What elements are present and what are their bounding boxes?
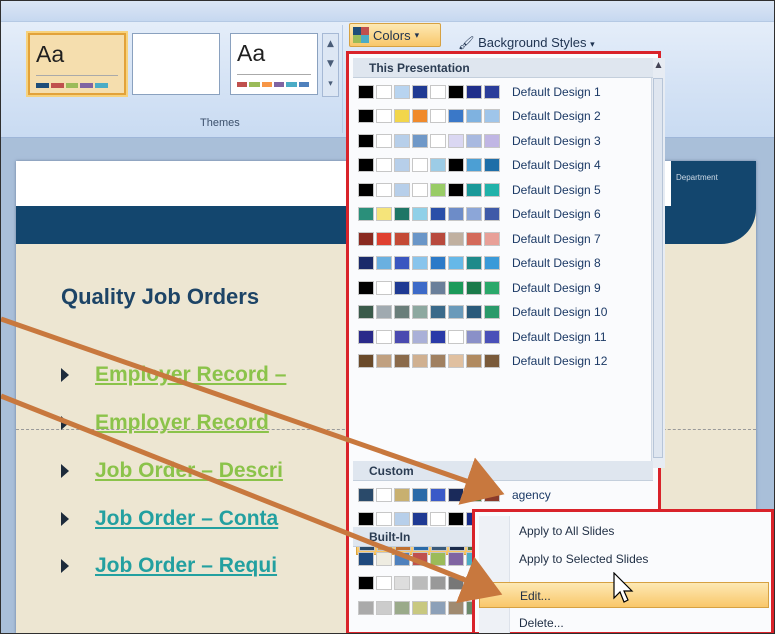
- arrow-to-edit: [1, 393, 503, 604]
- mouse-cursor-icon: [613, 572, 634, 603]
- arrow-to-esd-agency: [1, 316, 505, 505]
- app-window: Aa Aa ▲ ▼ ▾ Themes Colors ▾ 🖌 Background…: [0, 0, 775, 634]
- annotation-arrows: [1, 316, 505, 604]
